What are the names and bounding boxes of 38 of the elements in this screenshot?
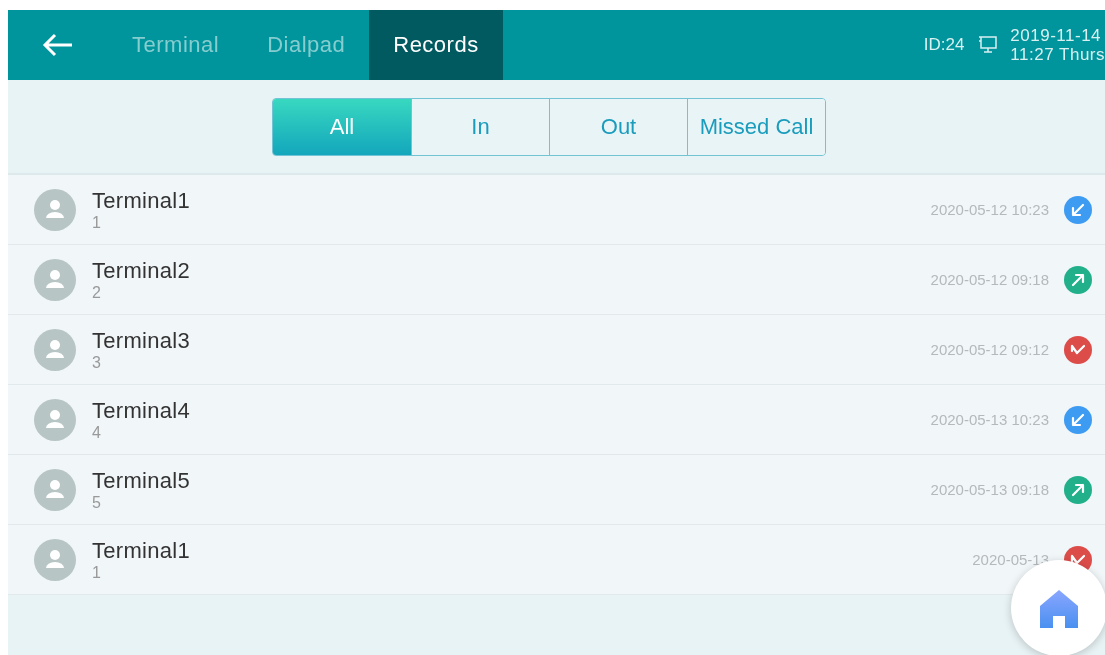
record-number: 3	[92, 353, 102, 372]
record-name: Terminal1	[92, 537, 192, 564]
record-name: Terminal4	[92, 397, 192, 424]
record-number: 1	[92, 213, 102, 232]
record-number: 4	[92, 423, 102, 442]
avatar-icon	[34, 538, 76, 581]
record-number: 2	[92, 283, 102, 302]
record-name: Terminal2	[92, 257, 192, 284]
record-time: 2020-05-12 09:12	[930, 341, 1049, 358]
record-row[interactable]: Terminal3 3 2020-05-12 09:12	[8, 315, 1105, 385]
record-time: 2020-05-12 10:23	[930, 201, 1049, 218]
record-name: Terminal5	[92, 467, 192, 494]
record-time: 2020-05-13 09:18	[930, 481, 1049, 498]
record-name: Terminal1	[92, 187, 192, 214]
record-row[interactable]: Terminal2 2 2020-05-12 09:18	[8, 245, 1105, 315]
back-arrow-icon	[42, 33, 74, 57]
avatar-icon	[34, 398, 76, 441]
record-row[interactable]: Terminal4 4 2020-05-13 10:23	[8, 385, 1105, 455]
home-icon	[1038, 587, 1080, 629]
record-number: 5	[92, 493, 102, 512]
record-time: 2020-05-12 09:18	[930, 271, 1049, 288]
record-name: Terminal3	[92, 327, 192, 354]
record-row[interactable]: Terminal5 5 2020-05-13 09:18	[8, 455, 1105, 525]
status-time: 11:27 Thurs	[1010, 45, 1105, 64]
avatar-icon	[34, 468, 76, 511]
record-number: 1	[92, 563, 102, 582]
record-time: 2020-05-13	[972, 551, 1049, 568]
avatar-icon	[34, 328, 76, 371]
device-id: ID:24	[923, 35, 965, 55]
record-time: 2020-05-13 10:23	[930, 411, 1049, 428]
record-row[interactable]: Terminal1 1 2020-05-12 10:23	[8, 175, 1105, 245]
avatar-icon	[34, 258, 76, 301]
status-date: 2019-11-14	[1010, 26, 1103, 45]
monitor-icon	[976, 35, 999, 55]
record-row[interactable]: Terminal1 1 2020-05-13	[8, 525, 1105, 595]
nav-tab[interactable]: Records	[369, 10, 503, 80]
missed-call-icon	[1063, 334, 1093, 365]
avatar-icon	[34, 188, 76, 231]
